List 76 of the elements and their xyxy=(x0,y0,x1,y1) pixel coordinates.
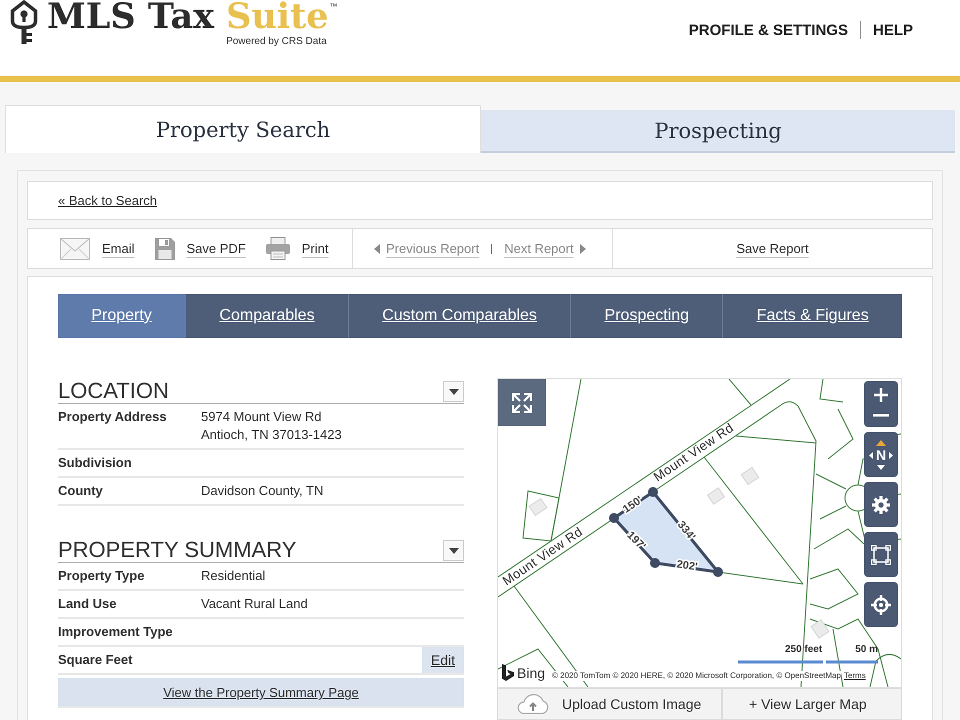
report-tab[interactable]: Custom Comparables xyxy=(348,294,570,338)
field-label: Improvement Type xyxy=(58,623,174,641)
collapse-button[interactable] xyxy=(443,381,464,402)
email-button[interactable]: Email xyxy=(60,238,135,260)
vertex-handle xyxy=(609,513,619,523)
fullscreen-button[interactable] xyxy=(498,379,546,426)
key-icon xyxy=(10,0,38,44)
report-tab[interactable]: Prospecting xyxy=(570,294,722,338)
plus-icon xyxy=(874,388,888,402)
dimension-label: 150' xyxy=(620,494,645,516)
map-attribution: © 2020 TomTom © 2020 HERE, © 2020 Microsoft Corporation, © OpenStreetMap xyxy=(552,671,841,681)
field-label: Subdivision xyxy=(58,454,133,472)
main-tab[interactable]: Prospecting xyxy=(481,110,955,153)
vertex-handle xyxy=(650,558,660,568)
trademark-sign: ™ xyxy=(330,2,338,12)
logo-tagline: Powered by CRS Data xyxy=(226,36,327,48)
dimension-label: 334' xyxy=(674,519,698,543)
print-button[interactable]: Print xyxy=(266,237,328,260)
square-handles-icon xyxy=(871,544,891,564)
main-tab[interactable]: Property Search xyxy=(5,105,481,153)
summary-page-button[interactable]: View the Property Summary Page xyxy=(58,678,464,708)
logo-accent-text: Suite xyxy=(226,0,329,34)
map-provider-name: Bing xyxy=(517,665,546,681)
section-heading: PROPERTY SUMMARY xyxy=(58,538,296,562)
report-tab[interactable]: Facts & Figures xyxy=(722,294,902,338)
nav-link[interactable]: HELP xyxy=(872,22,913,38)
compass-button[interactable]: N xyxy=(864,432,898,477)
minus-icon xyxy=(873,414,889,417)
crosshair-icon xyxy=(871,594,891,614)
vertex-handle xyxy=(713,567,723,577)
zoom-out-button[interactable] xyxy=(864,404,898,427)
field-value: 5974 Mount View Rd Antioch, TN 37013-1423 xyxy=(201,408,342,444)
terms-link[interactable]: Terms xyxy=(844,671,866,681)
caret-right-icon xyxy=(580,244,586,254)
section-heading: LOCATION xyxy=(58,379,169,403)
caret-right-icon xyxy=(889,452,894,458)
scale-label: 250 feet xyxy=(784,644,822,656)
field-value: Davidson County, TN xyxy=(201,482,324,500)
logo-icon xyxy=(502,664,514,681)
settings-button[interactable] xyxy=(864,482,898,527)
select-area-button[interactable] xyxy=(864,532,898,577)
expand-icon xyxy=(512,392,532,412)
field-value: Vacant Rural Land xyxy=(201,595,308,613)
gear-icon xyxy=(872,496,890,514)
envelope-icon xyxy=(60,238,90,260)
field-label: Square Feet xyxy=(58,651,134,669)
logo-text: MLS Tax xyxy=(47,0,214,34)
caret-down-icon xyxy=(448,388,458,394)
dimension-label: 197' xyxy=(624,529,648,553)
upload-image-button[interactable]: Upload Custom Image xyxy=(497,688,722,720)
field-value: Residential xyxy=(201,567,266,585)
caret-down-icon xyxy=(448,548,458,554)
cloud-upload-icon xyxy=(515,694,551,714)
caret-left-icon xyxy=(374,244,380,254)
field-label: County xyxy=(58,482,104,500)
dimension-label: 202' xyxy=(676,558,698,574)
field-label: Property Type xyxy=(58,567,146,585)
locate-button[interactable] xyxy=(864,582,898,627)
report-tab[interactable]: Comparables xyxy=(185,294,348,338)
save-pdf-button[interactable]: Save PDF xyxy=(154,238,246,260)
caret-left-icon xyxy=(868,452,873,458)
edit-button[interactable]: Edit xyxy=(422,647,464,673)
collapse-button[interactable] xyxy=(443,540,464,561)
vertex-handle xyxy=(648,487,658,497)
zoom-in-button[interactable] xyxy=(864,381,898,404)
save-report-link[interactable]: Save Report xyxy=(736,241,809,256)
field-label: Land Use xyxy=(58,595,118,613)
nav-link[interactable]: PROFILE & SETTINGS xyxy=(688,22,848,38)
caret-down-icon xyxy=(877,464,885,470)
field-label: Property Address xyxy=(58,408,168,426)
scale-label: 50 m xyxy=(855,644,878,656)
report-tab[interactable]: Property xyxy=(58,294,186,338)
printer-icon xyxy=(266,237,290,260)
view-larger-map-button[interactable]: + View Larger Map xyxy=(722,688,902,720)
caret-up-icon xyxy=(876,440,886,446)
back-link[interactable]: « Back to Search xyxy=(58,193,157,208)
